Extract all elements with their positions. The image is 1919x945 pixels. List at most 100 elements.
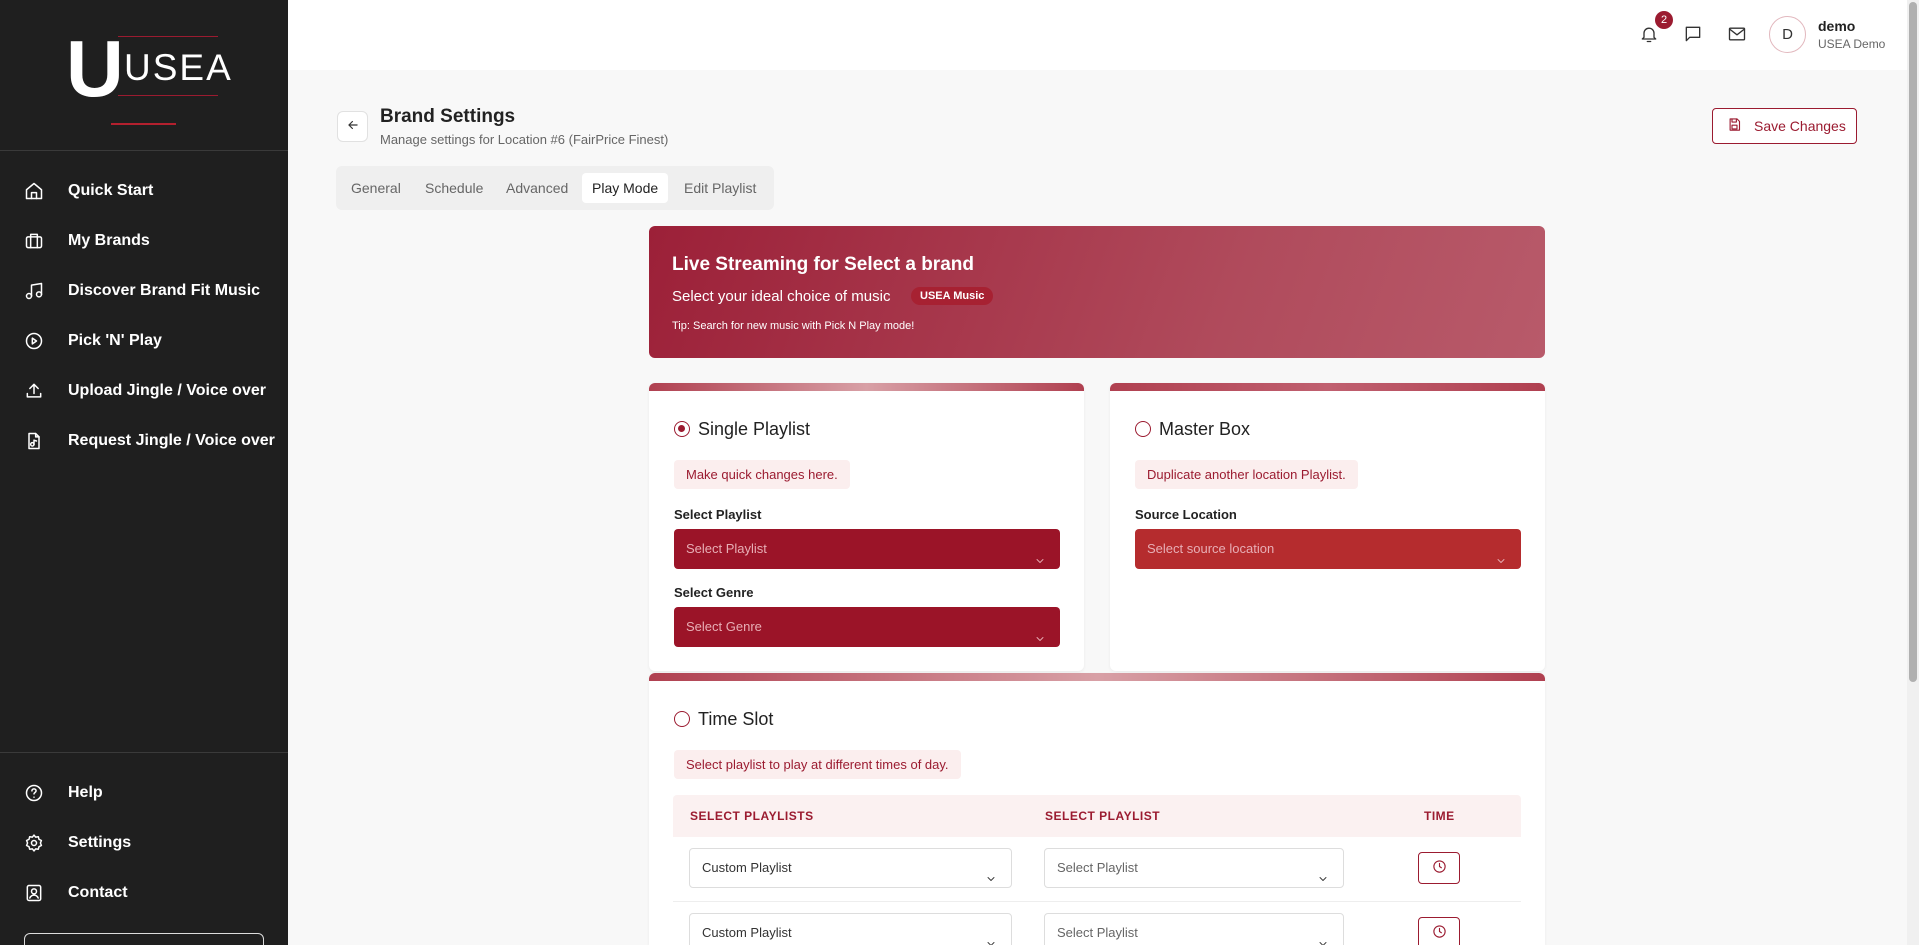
- dropdown-placeholder: Select Playlist: [1057, 925, 1138, 940]
- sidebar-item-pick-n-play[interactable]: Pick 'N' Play: [0, 321, 288, 361]
- master-box-hint: Duplicate another location Playlist.: [1135, 460, 1358, 489]
- save-icon: [1727, 117, 1742, 135]
- select-playlist-label: Select Playlist: [674, 507, 762, 522]
- chevron-down-icon: [1317, 862, 1329, 881]
- sidebar-item-label: Help: [68, 784, 103, 801]
- sidebar-item-help[interactable]: Help: [0, 773, 288, 813]
- avatar[interactable]: D: [1769, 16, 1806, 53]
- time-slot-title: Time Slot: [698, 709, 774, 729]
- sidebar-item-label: Quick Start: [68, 182, 154, 199]
- playlists-dropdown[interactable]: Custom Playlist: [689, 848, 1012, 888]
- chevron-down-icon: [1317, 927, 1329, 945]
- banner-subtitle: Select your ideal choice of music: [672, 288, 891, 305]
- time-slot-radio[interactable]: [674, 711, 690, 727]
- mail-icon[interactable]: [1727, 24, 1747, 44]
- select-genre-label: Select Genre: [674, 585, 754, 600]
- banner-title: Live Streaming for Select a brand: [672, 254, 974, 275]
- sidebar-item-quick-start[interactable]: Quick Start: [0, 171, 288, 211]
- time-picker-button[interactable]: [1418, 852, 1460, 884]
- card-accent-bar: [649, 383, 1084, 391]
- scrollbar[interactable]: [1907, 0, 1919, 945]
- card-accent-bar: [649, 673, 1545, 681]
- scrollbar-thumb[interactable]: [1909, 2, 1917, 682]
- master-box-radio[interactable]: [1135, 421, 1151, 437]
- dropdown-placeholder: Select source location: [1147, 541, 1275, 556]
- tab-general[interactable]: General: [341, 173, 411, 203]
- dropdown-value: Custom Playlist: [702, 925, 792, 940]
- usea-music-badge: USEA Music: [911, 287, 994, 305]
- clock-icon: [1432, 859, 1447, 877]
- column-header: SELECT PLAYLISTS: [690, 809, 814, 823]
- source-location-dropdown[interactable]: Select source location: [1135, 529, 1521, 569]
- banner-tip: Tip: Search for new music with Pick N Pl…: [672, 320, 915, 332]
- select-playlist-dropdown[interactable]: Select Playlist: [674, 529, 1060, 569]
- tab-schedule[interactable]: Schedule: [415, 173, 493, 203]
- chat-icon[interactable]: [1683, 24, 1703, 44]
- logo-text: USEA: [124, 47, 233, 88]
- notification-badge: 2: [1655, 11, 1673, 29]
- save-changes-button[interactable]: Save Changes: [1712, 108, 1857, 144]
- single-playlist-card[interactable]: Single Playlist Make quick changes here.…: [649, 383, 1084, 671]
- single-playlist-radio[interactable]: [674, 421, 690, 437]
- dropdown-placeholder: Select Playlist: [1057, 860, 1138, 875]
- chevron-down-icon: [1495, 543, 1507, 563]
- page-title: Brand Settings: [380, 106, 516, 127]
- contact-icon: [24, 883, 44, 903]
- settings-tabs: General Schedule Advanced Play Mode Edit…: [336, 166, 774, 210]
- sidebar-item-label: Settings: [68, 834, 132, 851]
- sidebar-item-contact[interactable]: Contact: [0, 873, 288, 913]
- sidebar-bottom-button[interactable]: [24, 933, 264, 945]
- sidebar-item-settings[interactable]: Settings: [0, 823, 288, 863]
- dropdown-placeholder: Select Playlist: [686, 541, 767, 556]
- music-note-icon: [24, 281, 44, 301]
- help-circle-icon: [24, 783, 44, 803]
- playlists-dropdown[interactable]: Custom Playlist: [689, 913, 1012, 945]
- dropdown-value: Custom Playlist: [702, 860, 792, 875]
- sidebar-item-upload-jingle[interactable]: Upload Jingle / Voice over: [0, 371, 288, 411]
- sidebar-divider: [0, 150, 288, 151]
- dropdown-placeholder: Select Genre: [686, 619, 762, 634]
- time-picker-button[interactable]: [1418, 917, 1460, 945]
- sidebar-item-discover-music[interactable]: Discover Brand Fit Music: [0, 271, 288, 311]
- table-row: Custom Playlist Select Playlist: [673, 837, 1521, 902]
- time-slot-card[interactable]: Time Slot Select playlist to play at dif…: [649, 673, 1545, 945]
- master-box-card[interactable]: Master Box Duplicate another location Pl…: [1110, 383, 1545, 671]
- user-name: demo: [1818, 18, 1856, 34]
- sidebar-divider: [0, 752, 288, 753]
- tab-advanced[interactable]: Advanced: [496, 173, 578, 203]
- column-header: SELECT PLAYLIST: [1045, 809, 1161, 823]
- playlist-dropdown[interactable]: Select Playlist: [1044, 848, 1344, 888]
- time-slot-hint: Select playlist to play at different tim…: [674, 750, 961, 779]
- sidebar-item-label: Pick 'N' Play: [68, 332, 162, 349]
- playlist-dropdown[interactable]: Select Playlist: [1044, 913, 1344, 945]
- card-accent-bar: [1110, 383, 1545, 391]
- clock-icon: [1432, 924, 1447, 942]
- master-box-title: Master Box: [1159, 419, 1251, 439]
- select-genre-dropdown[interactable]: Select Genre: [674, 607, 1060, 647]
- tab-play-mode[interactable]: Play Mode: [582, 173, 669, 203]
- logo-letter: U: [66, 24, 124, 113]
- sidebar-item-label: Upload Jingle / Voice over: [68, 382, 266, 399]
- sidebar: U USEA Quick Start My Brands Discover Br…: [0, 0, 288, 945]
- usea-logo[interactable]: U USEA: [66, 24, 231, 126]
- save-button-label: Save Changes: [1754, 118, 1846, 134]
- play-circle-icon: [24, 331, 44, 351]
- live-streaming-banner: Live Streaming for Select a brand Select…: [649, 226, 1545, 358]
- back-button[interactable]: [337, 111, 368, 142]
- logo-underline: [111, 123, 176, 125]
- upload-icon: [24, 381, 44, 401]
- bell-icon[interactable]: [1639, 24, 1659, 44]
- table-row: Custom Playlist Select Playlist: [673, 902, 1521, 945]
- column-header: TIME: [1424, 809, 1455, 823]
- chevron-down-icon: [1034, 543, 1046, 563]
- chevron-down-icon: [1034, 621, 1046, 641]
- sidebar-item-label: My Brands: [68, 232, 150, 249]
- source-location-label: Source Location: [1135, 507, 1237, 522]
- tab-edit-playlist[interactable]: Edit Playlist: [674, 173, 766, 203]
- logo-line: [118, 95, 218, 96]
- sidebar-item-my-brands[interactable]: My Brands: [0, 221, 288, 261]
- single-playlist-hint: Make quick changes here.: [674, 460, 850, 489]
- chevron-down-icon: [985, 862, 997, 881]
- sidebar-item-request-jingle[interactable]: Request Jingle / Voice over: [0, 421, 288, 461]
- home-icon: [24, 181, 44, 201]
